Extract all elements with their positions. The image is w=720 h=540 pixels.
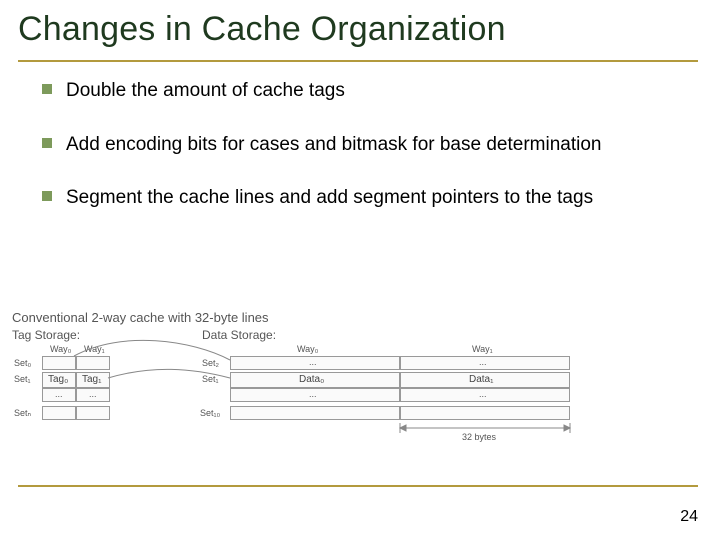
footer-rule <box>18 485 698 487</box>
page-number: 24 <box>680 508 698 526</box>
square-bullet-icon <box>42 84 52 94</box>
title-underline <box>18 60 698 62</box>
square-bullet-icon <box>42 191 52 201</box>
cache-diagram: Conventional 2-way cache with 32-byte li… <box>12 310 652 460</box>
square-bullet-icon <box>42 138 52 148</box>
list-item: Double the amount of cache tags <box>42 78 682 104</box>
list-item: Segment the cache lines and add segment … <box>42 185 682 211</box>
bullet-text: Double the amount of cache tags <box>66 78 345 104</box>
bullet-text: Segment the cache lines and add segment … <box>66 185 593 211</box>
bullet-text: Add encoding bits for cases and bitmask … <box>66 132 601 158</box>
bullet-list: Double the amount of cache tags Add enco… <box>42 78 682 239</box>
list-item: Add encoding bits for cases and bitmask … <box>42 132 682 158</box>
bytes-label: 32 bytes <box>462 432 496 442</box>
connector-lines <box>12 310 652 460</box>
slide-title: Changes in Cache Organization <box>18 10 506 49</box>
